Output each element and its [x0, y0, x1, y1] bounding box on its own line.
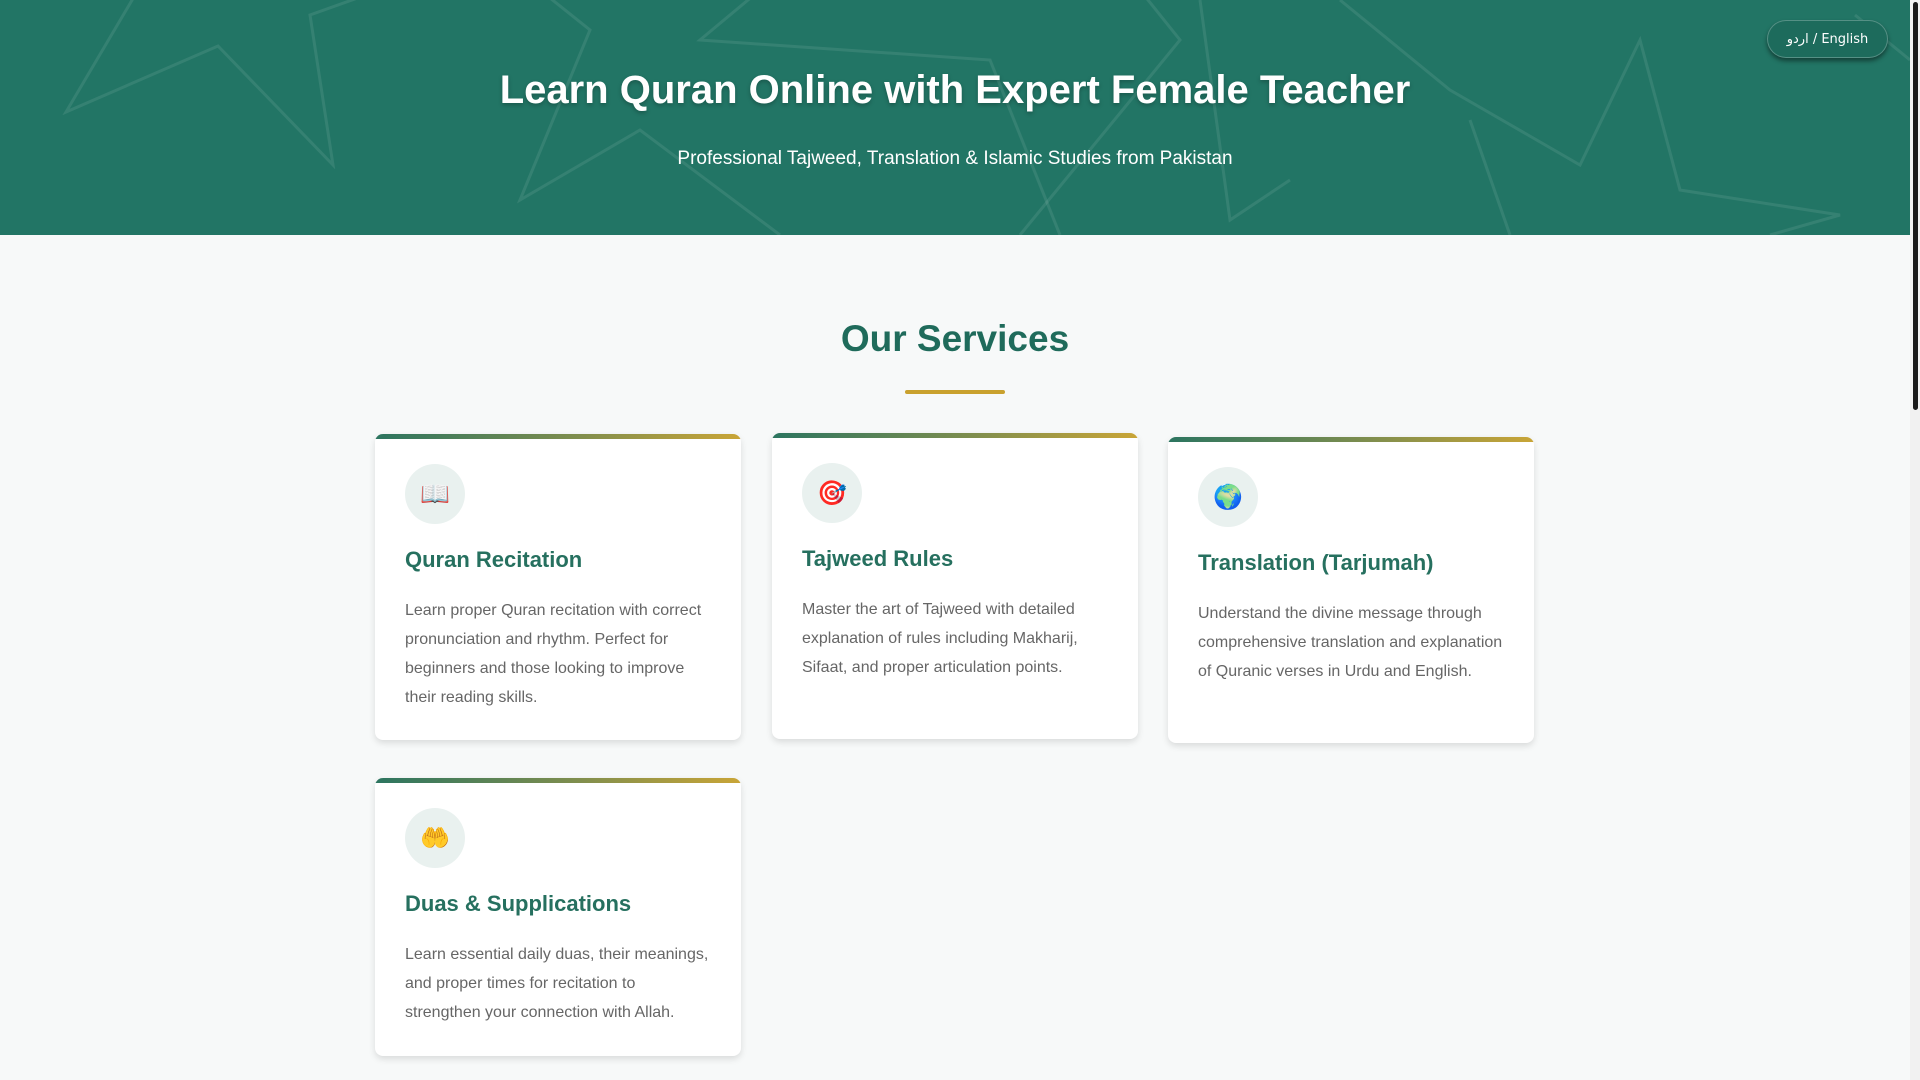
- service-card-tajweed-rules[interactable]: 🎯 Tajweed Rules Master the art of Tajwee…: [772, 433, 1138, 739]
- card-accent-bar: [375, 434, 741, 439]
- card-title: Tajweed Rules: [802, 546, 954, 571]
- praying-hands-icon: 🤲: [405, 808, 465, 868]
- hero-title: Learn Quran Online with Expert Female Te…: [499, 68, 1411, 112]
- language-toggle-button[interactable]: اردو / English: [1767, 20, 1888, 58]
- hero-banner: Learn Quran Online with Expert Female Te…: [0, 0, 1910, 235]
- star-pattern-background: [62, 0, 1910, 235]
- card-description: Learn proper Quran recitation with corre…: [405, 602, 702, 706]
- hero-subtitle: Professional Tajweed, Translation & Isla…: [677, 148, 1233, 169]
- card-title: Quran Recitation: [405, 547, 583, 572]
- scrollbar-thumb[interactable]: [1913, 2, 1918, 410]
- globe-icon: 🌍: [1198, 467, 1258, 527]
- card-description: Master the art of Tajweed with detailed …: [802, 601, 1078, 676]
- card-description: Learn essential daily duas, their meanin…: [405, 946, 709, 1021]
- open-book-icon: 📖: [405, 464, 465, 524]
- services-section-title: Our Services: [840, 318, 1070, 359]
- card-title: Translation (Tarjumah): [1198, 550, 1434, 575]
- target-icon: 🎯: [802, 463, 862, 523]
- card-description: Understand the divine message through co…: [1198, 605, 1503, 680]
- section-title-underline: [905, 390, 1005, 394]
- service-card-duas-supplications[interactable]: 🤲 Duas & Supplications Learn essential d…: [375, 778, 741, 1056]
- service-card-translation[interactable]: 🌍 Translation (Tarjumah) Understand the …: [1168, 437, 1534, 743]
- service-card-quran-recitation[interactable]: 📖 Quran Recitation Learn proper Quran re…: [375, 434, 741, 740]
- card-accent-bar: [772, 433, 1138, 438]
- card-title: Duas & Supplications: [405, 891, 632, 916]
- card-accent-bar: [375, 778, 741, 783]
- card-accent-bar: [1168, 437, 1534, 442]
